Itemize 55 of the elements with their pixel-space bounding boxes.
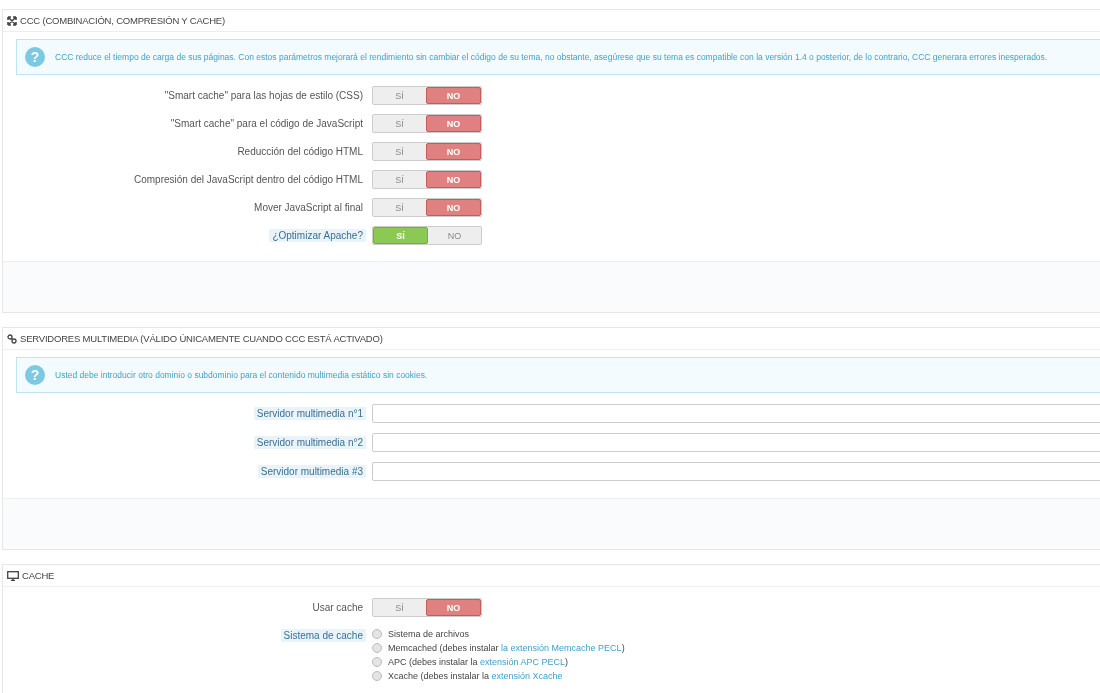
monitor-icon bbox=[7, 570, 19, 581]
yes-option[interactable]: SÍ bbox=[373, 143, 426, 160]
input-field[interactable] bbox=[372, 462, 1100, 481]
question-icon: ? bbox=[25, 47, 45, 67]
toggle-switch[interactable]: SÍ NO bbox=[372, 198, 482, 217]
option-text: Memcached (debes instalar la extensión Memcache PECL) bbox=[388, 643, 625, 653]
radio-button[interactable] bbox=[372, 657, 382, 667]
panel-title: CCC (COMBINACIÓN, COMPRESIÓN Y CACHE) bbox=[20, 15, 225, 26]
field-label: "Smart cache" para el código de JavaScript bbox=[169, 117, 364, 130]
yes-option[interactable]: SÍ bbox=[373, 599, 426, 616]
expand-arrows-icon bbox=[7, 15, 17, 26]
field-label: Mover JavaScript al final bbox=[253, 201, 364, 214]
field-label: Compresión del JavaScript dentro del código HTML bbox=[133, 173, 364, 186]
hint-label: Servidor multimedia n°1 bbox=[253, 407, 366, 420]
toggle-switch[interactable]: SÍ NO bbox=[372, 226, 482, 245]
field-label: Usar cache bbox=[311, 601, 364, 614]
option-text: APC (debes instalar la extensión APC PECL) bbox=[388, 657, 569, 667]
field-label: Reducción del código HTML bbox=[236, 145, 364, 158]
no-option[interactable]: NO bbox=[426, 199, 481, 216]
no-option[interactable]: NO bbox=[426, 143, 481, 160]
panel-title: SERVIDORES MULTIMEDIA (VÁLIDO ÚNICAMENTE CUANDO CCC ESTÁ ACTIVADO) bbox=[20, 333, 383, 344]
no-option[interactable]: NO bbox=[426, 599, 481, 616]
hint-label: Servidor multimedia n°2 bbox=[253, 436, 366, 449]
no-option[interactable]: NO bbox=[426, 87, 481, 104]
yes-option[interactable]: SÍ bbox=[373, 171, 426, 188]
extension-link[interactable]: la extensión Memcache PECL bbox=[501, 643, 622, 653]
hint-label: Sistema de cache bbox=[280, 629, 366, 642]
radio-button[interactable] bbox=[372, 629, 382, 639]
yes-option[interactable]: SÍ bbox=[373, 199, 426, 216]
toggle-switch[interactable]: SÍ NO bbox=[372, 86, 482, 105]
extension-link[interactable]: extensión Xcache bbox=[491, 671, 563, 681]
panel-title: CACHE bbox=[22, 570, 55, 581]
no-option[interactable]: NO bbox=[426, 115, 481, 132]
toggle-switch[interactable]: SÍ NO bbox=[372, 142, 482, 161]
option-text: Sistema de archivos bbox=[388, 629, 470, 639]
hint-label: ¿Optimizar Apache? bbox=[269, 229, 366, 242]
yes-option[interactable]: SÍ bbox=[373, 115, 426, 132]
hint-label: Servidor multimedia #3 bbox=[257, 465, 366, 478]
yes-option[interactable]: SÍ bbox=[373, 87, 426, 104]
radio-button[interactable] bbox=[372, 643, 382, 653]
input-field[interactable] bbox=[372, 404, 1100, 423]
question-icon: ? bbox=[25, 365, 45, 385]
toggle-switch[interactable]: SÍ NO bbox=[372, 170, 482, 189]
no-option[interactable]: NO bbox=[426, 171, 481, 188]
option-text: Xcache (debes instalar la extensión Xcache bbox=[388, 671, 563, 681]
radio-button[interactable] bbox=[372, 671, 382, 681]
no-option[interactable]: NO bbox=[428, 227, 481, 244]
help-text: Usted debe introducir otro dominio o subdominio para el contenido multimedia estático sin cookies. bbox=[55, 370, 428, 380]
toggle-switch[interactable]: SÍ NO bbox=[372, 114, 482, 133]
field-label: "Smart cache" para las hojas de estilo (CSS) bbox=[163, 89, 364, 102]
help-text: CCC reduce el tiempo de carga de sus páginas. Con estos parámetros mejorará el rendimiento sin cambiar el código de su tema, no obstante, asegúrese que su tema es compatible con la versión 1.4 o posterior, de lo contrario, CCC generara errores inesperados. bbox=[55, 52, 1048, 62]
input-field[interactable] bbox=[372, 433, 1100, 452]
toggle-switch[interactable]: SÍ NO bbox=[372, 598, 482, 617]
yes-option[interactable]: SÍ bbox=[373, 227, 428, 244]
link-icon bbox=[7, 333, 17, 344]
